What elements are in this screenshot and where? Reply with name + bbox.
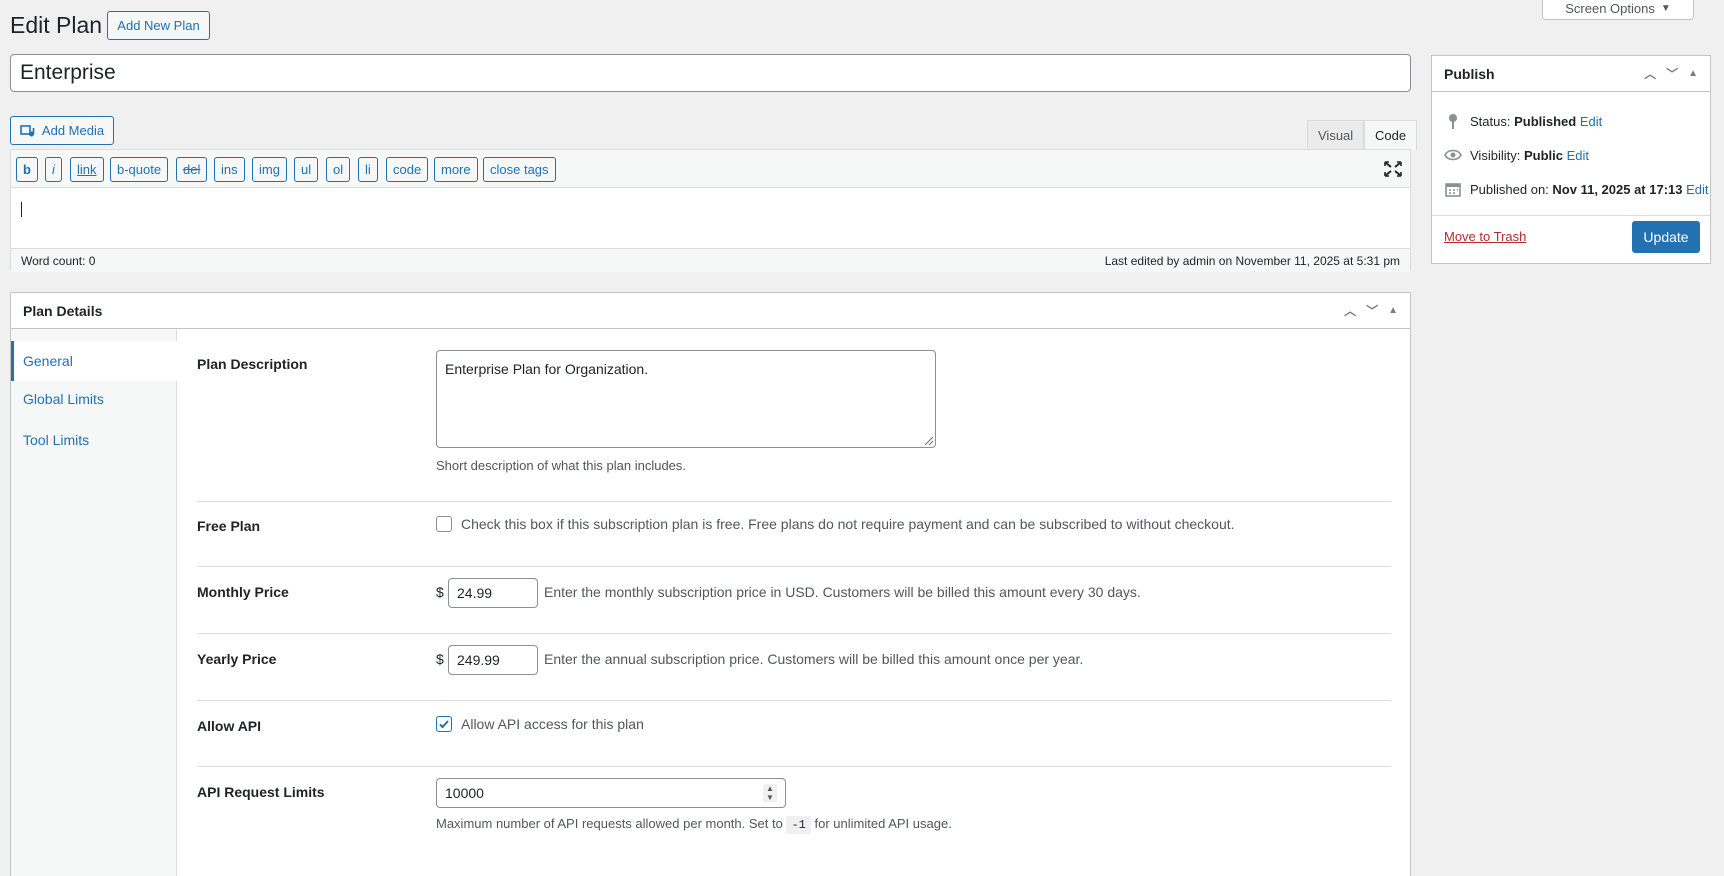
monthly-price-input[interactable]: 24.99 (448, 578, 538, 608)
text-caret (21, 202, 22, 217)
post-title-input[interactable]: Enterprise (10, 54, 1411, 92)
free-plan-label: Free Plan (197, 518, 261, 534)
published-label: Published on: (1470, 181, 1549, 197)
free-plan-checkbox[interactable] (436, 516, 452, 532)
publish-title: Publish (1444, 65, 1495, 82)
media-icon (20, 124, 35, 136)
quicktags-toolbar: b i link b-quote del ins img ul ol li co… (11, 150, 1410, 188)
plan-details-header: Plan Details ︿ ﹀ ▲ (11, 293, 1410, 329)
move-up-icon[interactable]: ︿ (1344, 302, 1356, 319)
publish-box-header: Publish ︿ ﹀ ▲ (1432, 56, 1710, 92)
monthly-price-label: Monthly Price (197, 584, 289, 600)
allow-api-text: Allow API access for this plan (461, 716, 644, 732)
plan-description-textarea[interactable]: Enterprise Plan for Organization. (436, 350, 936, 448)
monthly-price-help: Enter the monthly subscription price in … (544, 584, 1141, 600)
quicktag-bold[interactable]: b (16, 157, 38, 182)
api-request-limits-help: Maximum number of API requests allowed p… (436, 816, 952, 834)
yearly-price-currency: $ (436, 651, 444, 667)
spinner-icon[interactable]: ▲ ▼ (763, 784, 777, 802)
screen-options-button[interactable]: Screen Options ▼ (1542, 0, 1694, 20)
nav-item-global-limits[interactable]: Global Limits (11, 379, 177, 419)
quicktag-ul[interactable]: ul (294, 157, 319, 182)
allow-api-checkbox[interactable] (436, 716, 452, 732)
quicktag-ins[interactable]: ins (214, 157, 245, 182)
eye-icon (1444, 146, 1462, 164)
quicktag-del[interactable]: del (176, 157, 208, 182)
plan-details-box: Plan Details ︿ ﹀ ▲ General Global Limits… (10, 292, 1411, 876)
yearly-price-input[interactable]: 249.99 (448, 645, 538, 675)
quicktag-code[interactable]: code (386, 157, 429, 182)
plan-details-title: Plan Details (23, 302, 103, 319)
status-label: Status: (1470, 113, 1511, 129)
plan-details-sidebar: General Global Limits Tool Limits (11, 329, 178, 876)
plan-description-help: Short description of what this plan incl… (436, 458, 687, 473)
yearly-price-value: 249.99 (457, 652, 500, 668)
status-value: Published (1514, 113, 1577, 129)
status-edit-link[interactable]: Edit (1580, 114, 1602, 129)
page-title: Edit Plan (10, 12, 103, 38)
quicktag-ol[interactable]: ol (326, 157, 351, 182)
yearly-price-help: Enter the annual subscription price. Cus… (544, 651, 1084, 667)
add-media-button[interactable]: Add Media (10, 116, 114, 145)
visibility-label: Visibility: (1470, 147, 1521, 163)
word-count: Word count: 0 (21, 253, 96, 268)
update-button[interactable]: Update (1632, 221, 1700, 253)
screen-options-label: Screen Options (1565, 1, 1655, 16)
published-on-row: Published on: Nov 11, 2025 at 17:13 Edit (1444, 180, 1709, 198)
collapse-toggle-icon[interactable]: ▲ (1688, 68, 1698, 79)
visibility-row: Visibility: Public Edit (1444, 146, 1589, 164)
last-edited: Last edited by admin on November 11, 202… (1104, 253, 1400, 268)
visibility-edit-link[interactable]: Edit (1567, 148, 1589, 163)
tab-visual[interactable]: Visual (1307, 120, 1365, 150)
nav-item-general[interactable]: General (11, 341, 178, 381)
publish-box: Publish ︿ ﹀ ▲ Status: Published Edit Vis… (1431, 55, 1711, 264)
post-title-value: Enterprise (20, 61, 116, 84)
checkmark-icon (439, 720, 449, 729)
monthly-price-currency: $ (436, 584, 444, 600)
move-up-icon[interactable]: ︿ (1644, 65, 1656, 82)
collapse-toggle-icon[interactable]: ▲ (1388, 305, 1398, 316)
editor: b i link b-quote del ins img ul ol li co… (10, 149, 1411, 272)
free-plan-text: Check this box if this subscription plan… (461, 516, 1235, 532)
calendar-icon (1444, 180, 1462, 198)
status-row: Status: Published Edit (1444, 112, 1602, 130)
nav-item-tool-limits[interactable]: Tool Limits (11, 420, 177, 460)
editor-status-bar: Word count: 0 Last edited by admin on No… (11, 248, 1410, 272)
quicktag-blockquote[interactable]: b-quote (110, 157, 169, 182)
move-down-icon[interactable]: ﹀ (1666, 65, 1678, 82)
quicktag-img[interactable]: img (252, 157, 287, 182)
plan-description-label: Plan Description (197, 356, 308, 372)
api-limits-help-before: Maximum number of API requests allowed p… (436, 816, 783, 831)
quicktag-italic[interactable]: i (45, 157, 62, 182)
api-limits-help-after: for unlimited API usage. (814, 816, 952, 831)
quicktag-close-tags[interactable]: close tags (483, 157, 556, 182)
code-editor-textarea[interactable] (11, 188, 1410, 248)
api-request-limits-label: API Request Limits (197, 784, 325, 800)
quicktag-li[interactable]: li (358, 157, 378, 182)
api-limits-help-code: -1 (786, 816, 811, 834)
tab-code[interactable]: Code (1364, 120, 1418, 150)
published-value: Nov 11, 2025 at 17:13 (1552, 181, 1683, 197)
api-request-limits-value: 10000 (445, 785, 484, 801)
add-new-plan-button[interactable]: Add New Plan (107, 11, 210, 40)
move-down-icon[interactable]: ﹀ (1366, 302, 1378, 319)
quicktag-more[interactable]: more (434, 157, 478, 182)
quicktag-link[interactable]: link (70, 157, 104, 182)
visibility-value: Public (1523, 147, 1563, 163)
plan-description-value: Enterprise Plan for Organization. (445, 361, 649, 377)
allow-api-label: Allow API (197, 718, 262, 734)
yearly-price-label: Yearly Price (197, 651, 277, 667)
add-media-label: Add Media (41, 123, 105, 138)
fullscreen-icon[interactable] (1384, 161, 1402, 177)
resize-handle-icon[interactable] (922, 434, 934, 446)
pin-icon (1444, 112, 1462, 130)
move-to-trash-link[interactable]: Move to Trash (1444, 229, 1526, 244)
monthly-price-value: 24.99 (457, 585, 493, 601)
caret-down-icon: ▼ (1660, 3, 1671, 14)
published-edit-link[interactable]: Edit (1686, 182, 1708, 197)
api-request-limits-input[interactable]: 10000 ▲ ▼ (436, 778, 786, 808)
